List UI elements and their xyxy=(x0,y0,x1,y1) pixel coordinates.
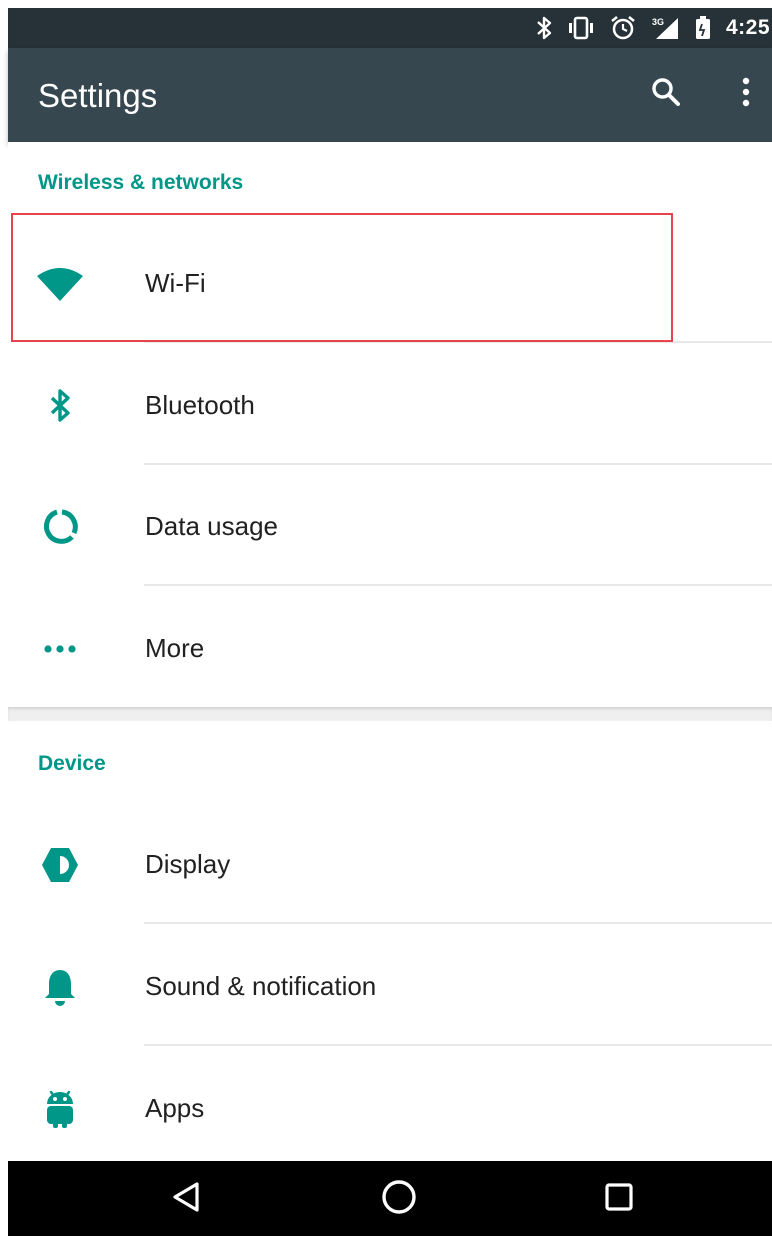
section-divider xyxy=(8,707,772,721)
more-options-button[interactable] xyxy=(726,74,766,114)
bell-icon xyxy=(36,963,84,1011)
section-header-device: Device xyxy=(38,752,106,775)
app-bar: Settings xyxy=(8,48,772,142)
battery-icon xyxy=(694,15,712,41)
search-icon xyxy=(650,76,682,113)
search-button[interactable] xyxy=(646,74,686,114)
settings-item-label: Data usage xyxy=(145,511,278,541)
settings-item-display[interactable]: Display xyxy=(8,803,772,924)
settings-item-label: Bluetooth xyxy=(145,390,255,420)
android-icon xyxy=(36,1085,84,1133)
back-button[interactable] xyxy=(162,1174,212,1224)
settings-item-sound[interactable]: Sound & notification xyxy=(8,925,772,1046)
divider xyxy=(144,1044,772,1046)
bluetooth-icon xyxy=(536,16,552,40)
settings-item-data-usage[interactable]: Data usage xyxy=(8,465,772,586)
settings-item-bluetooth[interactable]: Bluetooth xyxy=(8,344,772,465)
home-button[interactable] xyxy=(374,1174,424,1224)
data-usage-icon xyxy=(36,503,84,551)
more-vert-icon xyxy=(741,77,751,112)
section-header-wireless: Wireless & networks xyxy=(38,171,244,194)
status-icons: 3G 4:25 xyxy=(536,8,772,48)
signal-3g-icon: 3G xyxy=(650,15,680,41)
settings-item-wifi[interactable]: Wi-Fi xyxy=(8,222,772,343)
settings-item-apps[interactable]: Apps xyxy=(8,1047,772,1161)
divider xyxy=(144,922,772,924)
recents-button[interactable] xyxy=(594,1174,644,1224)
bluetooth-icon xyxy=(36,382,84,430)
recents-icon xyxy=(602,1180,636,1219)
home-icon xyxy=(379,1177,419,1222)
settings-item-label: Apps xyxy=(145,1093,205,1123)
settings-list: Wireless & networks Wi-Fi Bluetooth Data… xyxy=(8,142,772,1161)
back-icon xyxy=(170,1180,204,1219)
vibrate-icon xyxy=(566,16,596,40)
settings-item-label: More xyxy=(145,633,205,663)
page-title: Settings xyxy=(38,77,158,114)
divider xyxy=(144,584,772,586)
settings-item-label: Wi-Fi xyxy=(145,268,206,298)
brightness-icon xyxy=(36,841,84,889)
navigation-bar xyxy=(8,1161,772,1236)
wifi-icon xyxy=(36,260,84,308)
settings-item-label: Display xyxy=(145,849,231,879)
svg-text:3G: 3G xyxy=(652,17,664,27)
alarm-icon xyxy=(610,15,636,41)
status-time: 4:25 xyxy=(725,16,770,39)
divider xyxy=(144,341,772,343)
status-bar: 3G 4:25 xyxy=(8,8,772,48)
more-horiz-icon xyxy=(36,625,84,673)
settings-item-more[interactable]: More xyxy=(8,587,772,708)
settings-item-label: Sound & notification xyxy=(145,971,377,1001)
